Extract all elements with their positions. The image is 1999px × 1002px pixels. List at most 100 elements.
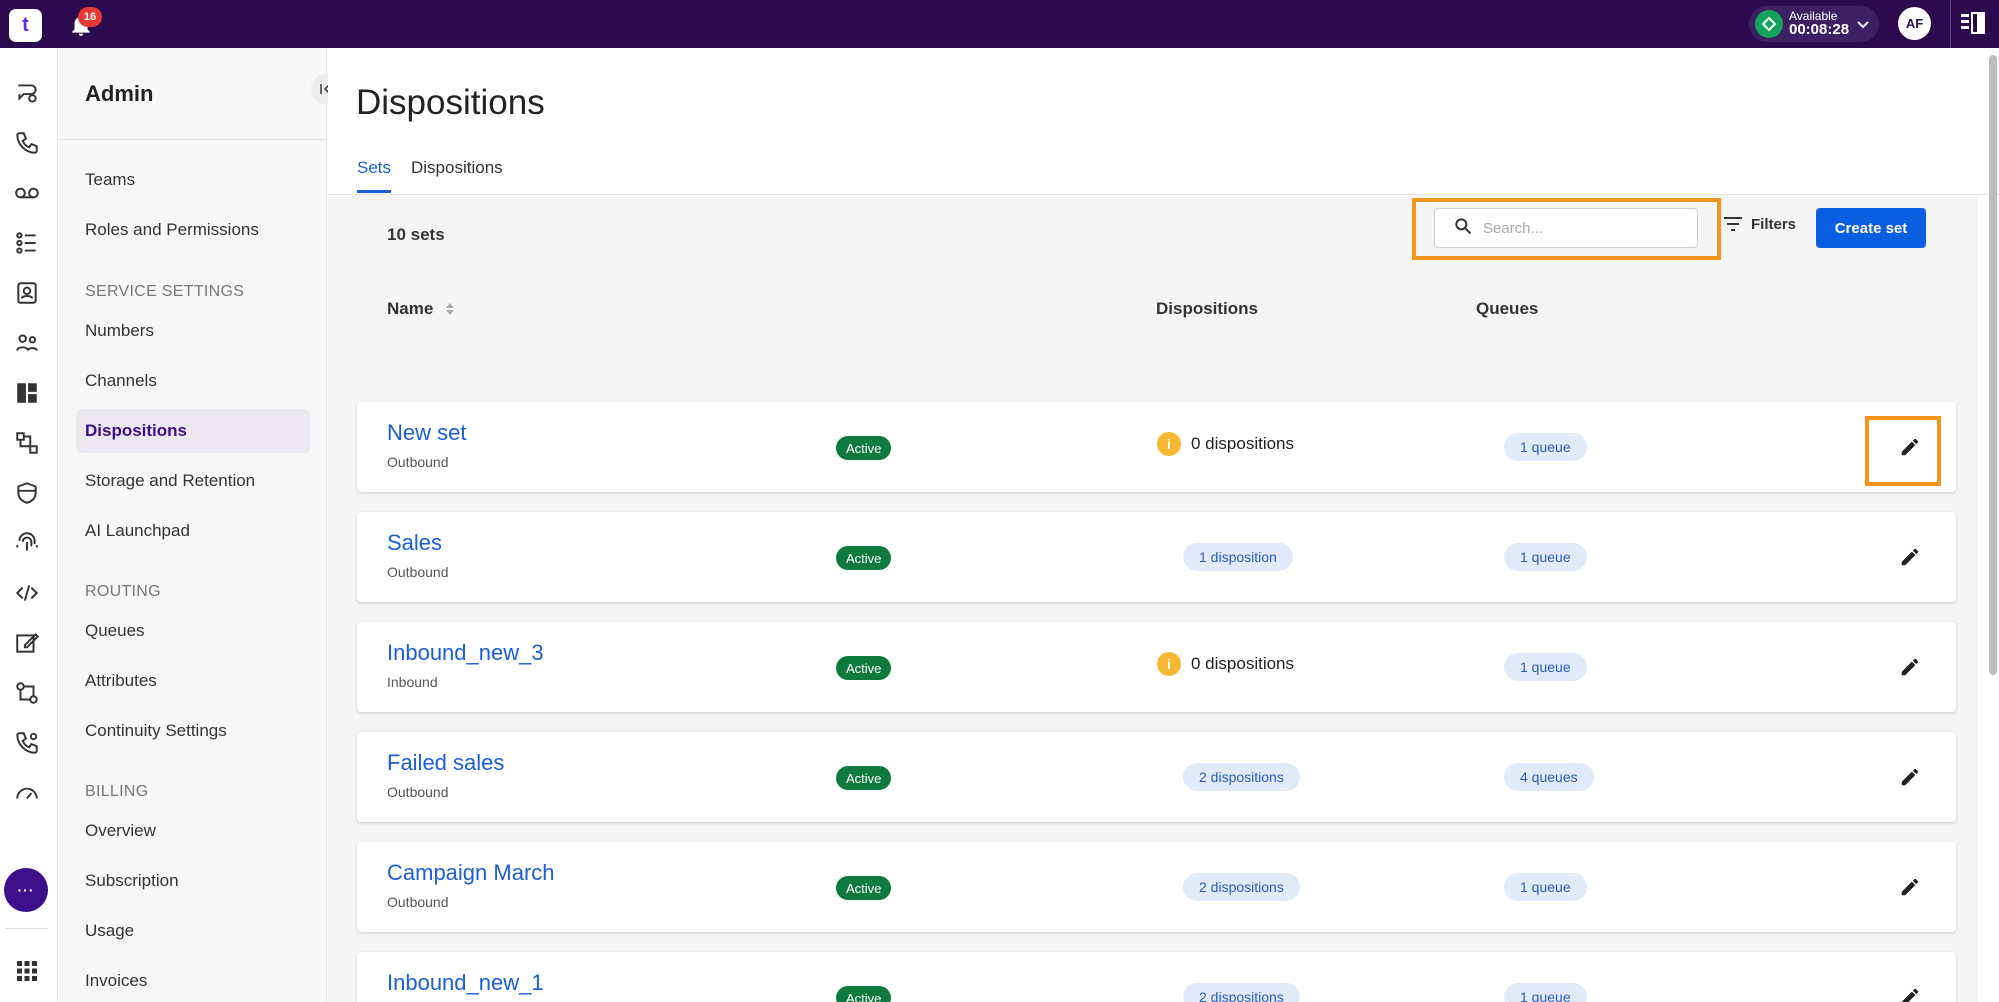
more-apps-button[interactable]: ··· xyxy=(4,868,48,912)
team-icon[interactable] xyxy=(12,328,42,358)
sidebar-item-numbers[interactable]: Numbers xyxy=(76,309,310,353)
fingerprint-icon[interactable] xyxy=(12,528,42,558)
filters-button[interactable]: Filters xyxy=(1723,215,1796,233)
queues-chip[interactable]: 1 queue xyxy=(1504,543,1587,571)
sort-icon[interactable] xyxy=(445,302,455,316)
sidebar-item-continuity-settings[interactable]: Continuity Settings xyxy=(76,709,310,753)
app-rail: ··· xyxy=(0,48,58,1002)
list-icon[interactable] xyxy=(12,228,42,258)
chat-icon[interactable] xyxy=(12,78,42,108)
shield-icon[interactable] xyxy=(12,478,42,508)
set-name-link[interactable]: Inbound_new_3 xyxy=(387,640,544,666)
sidebar-item-queues[interactable]: Queues xyxy=(76,609,310,653)
sidebar-item-invoices[interactable]: Invoices xyxy=(76,959,310,1002)
table-row[interactable]: Campaign March Outbound Active 2 disposi… xyxy=(357,842,1956,932)
sidebar-item-ai-launchpad[interactable]: AI Launchpad xyxy=(76,509,310,553)
edit-icon[interactable] xyxy=(1896,983,1924,1002)
dispositions-count: i 0 dispositions xyxy=(1157,652,1294,676)
edit-icon[interactable] xyxy=(1896,763,1924,791)
status-badge: Active xyxy=(836,986,892,1002)
app-logo[interactable]: t xyxy=(9,9,42,42)
sidebar-item-roles-and-permissions[interactable]: Roles and Permissions xyxy=(76,208,310,252)
status-badge: Active xyxy=(836,656,892,680)
set-name-link[interactable]: Sales xyxy=(387,530,442,556)
dispositions-count-label: 0 dispositions xyxy=(1191,654,1295,673)
dispositions-count: i 0 dispositions xyxy=(1157,432,1294,456)
edit-icon[interactable] xyxy=(1896,433,1924,461)
phone-icon[interactable] xyxy=(12,128,42,158)
search-field[interactable] xyxy=(1434,208,1698,248)
edit-icon[interactable] xyxy=(12,628,42,658)
queues-chip[interactable]: 1 queue xyxy=(1504,873,1587,901)
chevron-down-icon[interactable] xyxy=(1855,16,1871,37)
create-set-button[interactable]: Create set xyxy=(1816,208,1926,248)
sidebar-item-overview[interactable]: Overview xyxy=(76,809,310,853)
section-title-routing: ROUTING xyxy=(85,583,161,600)
sidebar-item-usage[interactable]: Usage xyxy=(76,909,310,953)
contacts-icon[interactable] xyxy=(12,278,42,308)
column-header-name-label: Name xyxy=(387,299,434,318)
dispositions-chip[interactable]: 1 disposition xyxy=(1183,543,1293,571)
edit-icon[interactable] xyxy=(1896,543,1924,571)
edit-icon[interactable] xyxy=(1896,653,1924,681)
side-panel-icon[interactable] xyxy=(1960,12,1986,41)
status-timer: 00:08:28 xyxy=(1789,21,1850,39)
tab-sets[interactable]: Sets xyxy=(357,158,392,193)
gauge-icon[interactable] xyxy=(12,778,42,808)
integrations-icon[interactable] xyxy=(12,678,42,708)
column-header-dispositions: Dispositions xyxy=(1156,299,1259,318)
phone-settings-icon[interactable] xyxy=(12,728,42,758)
edit-icon[interactable] xyxy=(1896,873,1924,901)
queues-chip[interactable]: 1 queue xyxy=(1504,983,1587,1002)
queues-chip[interactable]: 1 queue xyxy=(1504,653,1587,681)
status-badge: Active xyxy=(836,766,892,790)
column-header-name[interactable]: Name xyxy=(387,299,455,319)
set-type: Outbound xyxy=(387,784,449,800)
search-icon xyxy=(1453,216,1473,241)
user-avatar[interactable]: AF xyxy=(1898,7,1931,40)
top-bar: t 16 Available 00:08:28 AF xyxy=(0,0,1999,48)
rail-divider xyxy=(6,928,48,929)
sidebar-item-subscription[interactable]: Subscription xyxy=(76,859,310,903)
apps-grid-icon[interactable] xyxy=(12,956,42,986)
sidebar-item-teams[interactable]: Teams xyxy=(76,158,310,202)
table-row[interactable]: Sales Outbound Active 1 disposition 1 qu… xyxy=(357,512,1956,602)
sets-count: 10 sets xyxy=(387,225,445,244)
dispositions-chip[interactable]: 2 dispositions xyxy=(1183,873,1300,901)
queues-chip[interactable]: 4 queues xyxy=(1504,763,1594,791)
set-name-link[interactable]: New set xyxy=(387,420,466,446)
filters-label: Filters xyxy=(1751,215,1797,233)
sidebar-item-channels[interactable]: Channels xyxy=(76,359,310,403)
tab-dispositions[interactable]: Dispositions xyxy=(411,158,503,190)
dashboard-icon[interactable] xyxy=(12,378,42,408)
dispositions-count-label: 0 dispositions xyxy=(1191,434,1295,453)
dispositions-chip[interactable]: 2 dispositions xyxy=(1183,763,1300,791)
page-scrollbar[interactable] xyxy=(1989,55,1997,675)
sidebar-item-storage-and-retention[interactable]: Storage and Retention xyxy=(76,459,310,503)
status-badge: Active xyxy=(836,436,892,460)
set-name-link[interactable]: Failed sales xyxy=(387,750,504,776)
page-title: Dispositions xyxy=(356,83,545,122)
table-row[interactable]: Inbound_new_1 Inbound Active 2 dispositi… xyxy=(357,952,1956,1002)
table-row[interactable]: Inbound_new_3 Inbound Active i 0 disposi… xyxy=(357,622,1956,712)
queues-chip[interactable]: 1 queue xyxy=(1504,433,1587,461)
workflow-icon[interactable] xyxy=(12,428,42,458)
dispositions-chip[interactable]: 2 dispositions xyxy=(1183,983,1300,1002)
set-name-link[interactable]: Inbound_new_1 xyxy=(387,970,544,996)
search-input[interactable] xyxy=(1483,219,1673,237)
filter-icon xyxy=(1724,217,1742,231)
table-row[interactable]: New set Outbound Active i 0 dispositions… xyxy=(357,402,1956,492)
code-icon[interactable] xyxy=(12,578,42,608)
notification-badge: 16 xyxy=(78,7,102,27)
section-title-billing: BILLING xyxy=(85,783,149,800)
table-row[interactable]: Failed sales Outbound Active 2 dispositi… xyxy=(357,732,1956,822)
status-badge: Active xyxy=(836,546,892,570)
sidebar-item-attributes[interactable]: Attributes xyxy=(76,659,310,703)
available-status-icon xyxy=(1755,10,1783,38)
sidebar-item-dispositions[interactable]: Dispositions xyxy=(76,409,310,453)
set-name-link[interactable]: Campaign March xyxy=(387,860,555,886)
sets-list-panel: 10 sets Filters Create set Name Disposit… xyxy=(328,195,1978,1002)
set-type: Inbound xyxy=(387,674,438,690)
voicemail-icon[interactable] xyxy=(12,178,42,208)
availability-status-toggle[interactable]: Available 00:08:28 xyxy=(1749,6,1879,42)
